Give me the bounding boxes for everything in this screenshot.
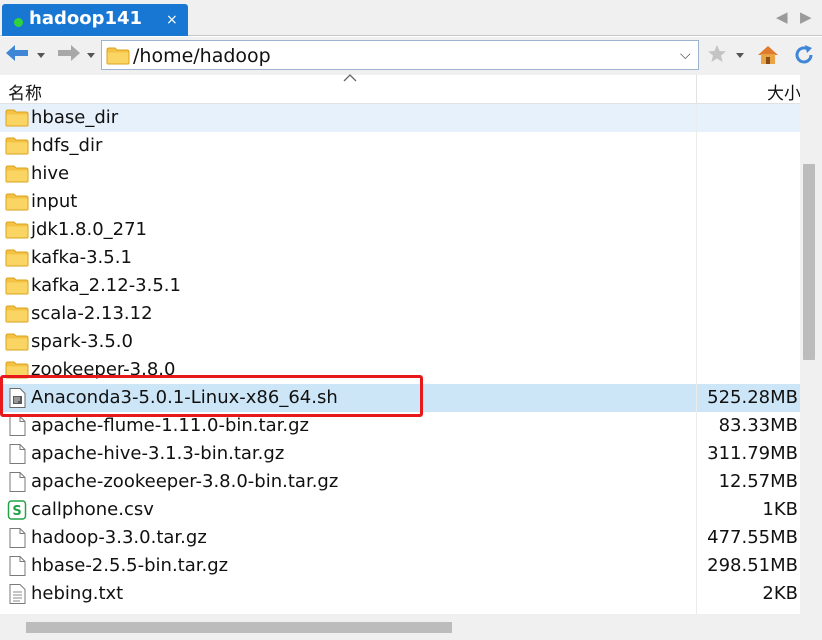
file-icon — [5, 528, 29, 548]
tab-scroll-left-icon[interactable]: ◀ — [776, 8, 788, 26]
file-name: kafka_2.12-3.5.1 — [31, 275, 181, 296]
favorites-dropdown[interactable] — [736, 53, 744, 58]
file-row[interactable]: scala-2.13.12 — [0, 300, 800, 328]
address-dropdown-icon[interactable]: ⌵ — [680, 47, 691, 63]
home-button[interactable] — [756, 43, 780, 71]
file-size: 298.51MB — [707, 555, 798, 576]
forward-history-dropdown[interactable] — [87, 53, 95, 58]
star-icon — [708, 45, 726, 62]
file-row[interactable]: hive — [0, 160, 800, 188]
file-size: 12.57MB — [718, 471, 798, 492]
address-path: /home/hadoop — [133, 45, 271, 67]
file-name: kafka-3.5.1 — [31, 247, 132, 268]
back-arrow-icon — [6, 45, 28, 61]
file-name: hbase-2.5.5-bin.tar.gz — [31, 555, 229, 576]
folder-icon — [5, 136, 29, 156]
file-row[interactable]: Scallphone.csv 1KB — [0, 496, 800, 524]
file-name: hbase_dir — [31, 107, 119, 128]
folder-icon — [5, 276, 29, 296]
file-size: 83.33MB — [718, 415, 798, 436]
folder-icon — [5, 304, 29, 324]
csv-file-icon: S — [5, 500, 29, 520]
folder-icon — [5, 192, 29, 212]
file-name: callphone.csv — [31, 499, 154, 520]
connected-status-dot — [14, 18, 23, 27]
vertical-scrollbar-thumb[interactable] — [803, 164, 815, 360]
highlight-annotation-box — [0, 375, 423, 417]
horizontal-scrollbar-thumb[interactable] — [26, 622, 452, 633]
file-list-header: 名称 大小 — [0, 74, 801, 104]
folder-icon — [5, 220, 29, 240]
home-icon — [758, 46, 778, 64]
file-size: 311.79MB — [707, 443, 798, 464]
file-name: apache-flume-1.11.0-bin.tar.gz — [31, 415, 309, 436]
file-row[interactable]: kafka-3.5.1 — [0, 244, 800, 272]
file-name: hadoop-3.3.0.tar.gz — [31, 527, 207, 548]
file-list: hbase_dir hdfs_dirhive input jdk1.8.0_271ka… — [0, 104, 800, 614]
folder-icon — [5, 332, 29, 352]
text-file-icon — [5, 584, 29, 604]
column-header-size[interactable]: 大小 — [767, 79, 801, 104]
column-divider[interactable] — [696, 75, 697, 104]
column-header-name[interactable]: 名称 — [8, 79, 42, 104]
file-row[interactable]: hebing.txt 2KB — [0, 580, 800, 608]
file-name: hdfs_dir — [31, 135, 103, 156]
file-name: hive — [31, 163, 70, 184]
sort-ascending-icon — [343, 74, 357, 82]
file-row[interactable]: jdk1.8.0_271 — [0, 216, 800, 244]
folder-icon — [5, 248, 29, 268]
file-icon — [5, 556, 29, 576]
address-bar[interactable]: /home/hadoop ⌵ — [101, 40, 699, 70]
folder-icon — [5, 164, 29, 184]
file-name: scala-2.13.12 — [31, 303, 153, 324]
column-divider-line — [696, 104, 697, 614]
forward-arrow-icon — [58, 45, 80, 61]
refresh-button[interactable] — [792, 43, 816, 71]
file-icon — [5, 444, 29, 464]
file-name: apache-hive-3.1.3-bin.tar.gz — [31, 443, 285, 464]
file-name: apache-zookeeper-3.8.0-bin.tar.gz — [31, 471, 339, 492]
file-size: 477.55MB — [707, 527, 798, 548]
refresh-icon — [795, 45, 813, 64]
folder-icon — [5, 108, 29, 128]
file-row[interactable]: apache-hive-3.1.3-bin.tar.gz 311.79MB — [0, 440, 800, 468]
tab-bar: hadoop141 × ◀ ▶ — [0, 0, 822, 36]
file-icon — [5, 472, 29, 492]
file-name: input — [31, 191, 78, 212]
file-name: spark-3.5.0 — [31, 331, 133, 352]
tab-scroll-right-icon[interactable]: ▶ — [800, 8, 812, 26]
forward-button[interactable] — [56, 43, 98, 69]
file-size: 1KB — [762, 499, 798, 520]
file-name: hebing.txt — [31, 583, 124, 604]
file-row[interactable]: spark-3.5.0 — [0, 328, 800, 356]
file-name: jdk1.8.0_271 — [31, 219, 148, 240]
folder-icon — [106, 47, 130, 65]
file-row[interactable]: hbase-2.5.5-bin.tar.gz 298.51MB — [0, 552, 800, 580]
file-row[interactable]: kafka_2.12-3.5.1 — [0, 272, 800, 300]
address-toolbar: /home/hadoop ⌵ — [0, 37, 822, 75]
file-row[interactable]: hbase_dir — [0, 104, 800, 132]
file-size: 525.28MB — [707, 387, 798, 408]
back-history-dropdown[interactable] — [37, 53, 45, 58]
tab-hadoop141[interactable]: hadoop141 × — [2, 4, 188, 36]
file-row[interactable]: hdfs_dir — [0, 132, 800, 160]
file-row[interactable]: apache-zookeeper-3.8.0-bin.tar.gz 12.57MB — [0, 468, 800, 496]
back-button[interactable] — [4, 43, 46, 69]
file-size: 2KB — [762, 583, 798, 604]
favorites-button[interactable] — [706, 43, 728, 69]
file-row[interactable]: hadoop-3.3.0.tar.gz 477.55MB — [0, 524, 800, 552]
tab-title: hadoop141 — [29, 8, 143, 29]
svg-text:S: S — [12, 504, 21, 519]
file-row[interactable]: input — [0, 188, 800, 216]
tab-close-button[interactable]: × — [166, 11, 178, 29]
file-icon — [5, 416, 29, 436]
